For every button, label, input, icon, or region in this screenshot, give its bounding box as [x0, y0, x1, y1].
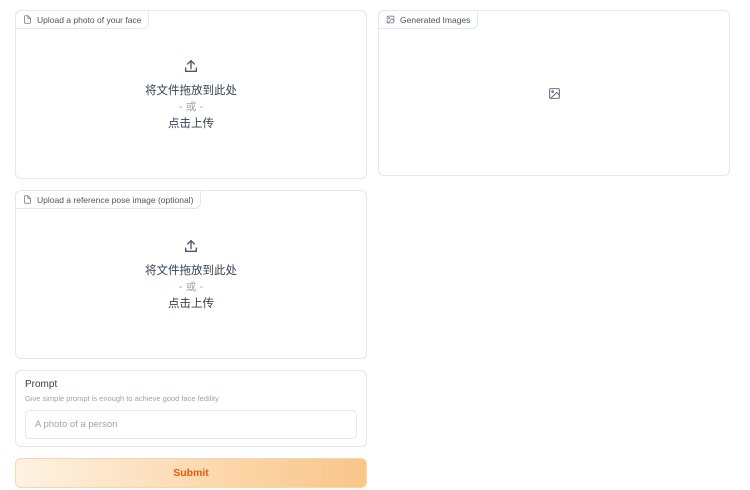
- generated-images-panel: Generated Images: [378, 10, 730, 176]
- prompt-input[interactable]: [25, 410, 357, 439]
- face-upload-panel: 将文件拖放到此处 - 或 - 点击上传 Upload a photo of yo…: [15, 10, 367, 179]
- click-upload-text: 点击上传: [168, 115, 214, 130]
- or-text: - 或 -: [178, 280, 204, 293]
- submit-button[interactable]: Submit: [15, 458, 367, 488]
- image-icon: [548, 87, 560, 99]
- prompt-panel: Prompt Give simple prompt is enough to a…: [15, 370, 367, 447]
- click-upload-text: 点击上传: [168, 295, 214, 310]
- pose-upload-dropzone[interactable]: 将文件拖放到此处 - 或 - 点击上传: [16, 191, 366, 358]
- pose-upload-panel: 将文件拖放到此处 - 或 - 点击上传 Upload a reference p…: [15, 190, 367, 359]
- image-icon: [386, 15, 395, 24]
- prompt-title: Prompt: [25, 379, 58, 390]
- pose-upload-label-text: Upload a reference pose image (optional): [37, 194, 194, 205]
- upload-icon: [185, 59, 197, 72]
- generated-images-label: Generated Images: [378, 10, 479, 29]
- prompt-info: Give simple prompt is enough to achieve …: [25, 394, 219, 403]
- upload-icon: [185, 239, 197, 252]
- drop-text: 将文件拖放到此处: [145, 82, 237, 97]
- pose-upload-label: Upload a reference pose image (optional): [15, 190, 202, 209]
- gallery-empty-area: [379, 11, 729, 175]
- file-icon: [24, 195, 31, 204]
- face-upload-label: Upload a photo of your face: [15, 10, 150, 29]
- generated-images-label-text: Generated Images: [400, 14, 471, 25]
- file-icon: [24, 15, 31, 24]
- or-text: - 或 -: [178, 100, 204, 113]
- face-upload-dropzone[interactable]: 将文件拖放到此处 - 或 - 点击上传: [16, 11, 366, 178]
- drop-text: 将文件拖放到此处: [145, 262, 237, 277]
- face-upload-label-text: Upload a photo of your face: [37, 14, 142, 25]
